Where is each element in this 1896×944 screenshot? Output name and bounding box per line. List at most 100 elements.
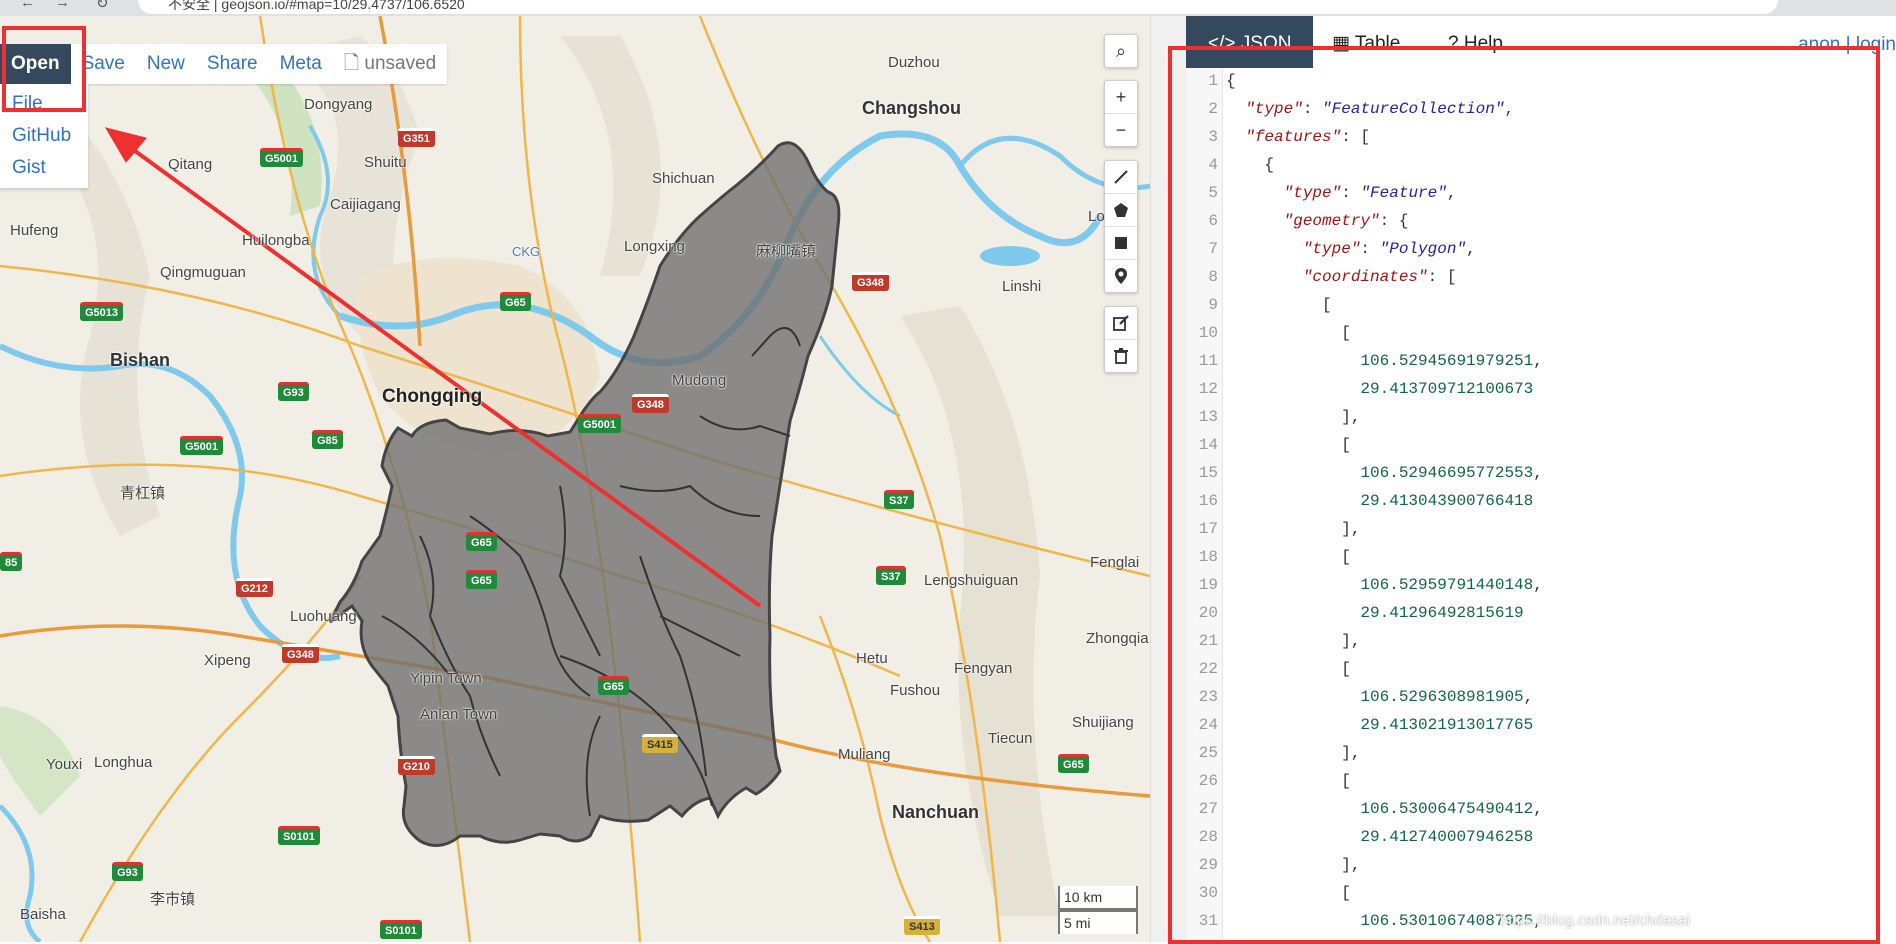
road-shield: S37: [884, 490, 914, 509]
code-line[interactable]: 29.412740007946258: [1226, 828, 1533, 846]
code-line[interactable]: "type": "Feature",: [1226, 184, 1457, 202]
code-line[interactable]: 106.52959791440148,: [1226, 576, 1542, 594]
map-label: 麻柳嘴镇: [756, 243, 817, 260]
line-number: 12: [1198, 380, 1218, 398]
tab-help[interactable]: ? Help: [1426, 16, 1525, 68]
save-menu-button[interactable]: Save: [71, 44, 136, 84]
line-number: 24: [1198, 716, 1218, 734]
code-line[interactable]: {: [1226, 156, 1274, 174]
map-pane[interactable]: Changshou Chongqing Bishan Duzhou Dongya…: [0, 16, 1150, 942]
code-line[interactable]: "coordinates": [: [1226, 268, 1457, 286]
help-icon: ?: [1448, 33, 1459, 54]
code-line[interactable]: 106.53010674087925,: [1226, 912, 1542, 930]
zoom-control: + −: [1104, 80, 1138, 147]
road-shield: G5001: [260, 148, 304, 167]
top-menu: Open Save New Share Meta 🗋 unsaved: [0, 44, 448, 84]
open-file-item[interactable]: File: [0, 88, 88, 120]
code-line[interactable]: [: [1226, 436, 1351, 454]
map-label: Hufeng: [10, 222, 59, 239]
zoom-in-button[interactable]: +: [1105, 81, 1137, 114]
line-number: 18: [1198, 548, 1218, 566]
map-label: Lo: [1088, 208, 1105, 225]
code-line[interactable]: ],: [1226, 856, 1360, 874]
map-label: Longhua: [94, 754, 153, 771]
back-icon[interactable]: ←: [20, 0, 35, 11]
map-label: Hetu: [856, 650, 888, 667]
map-label: Mudong: [672, 372, 727, 389]
forward-icon[interactable]: →: [55, 0, 70, 11]
trash-icon[interactable]: [1105, 340, 1137, 372]
code-line[interactable]: 29.413043900766418: [1226, 492, 1533, 510]
login-link[interactable]: anon | login: [1798, 34, 1896, 56]
map-label: Lengshuiguan: [924, 572, 1019, 589]
map-label: Duzhou: [888, 54, 940, 71]
map-label: Luohuang: [290, 608, 357, 625]
code-line[interactable]: 29.41296492815619: [1226, 604, 1523, 622]
code-line[interactable]: 106.53006475490412,: [1226, 800, 1542, 818]
open-github-item[interactable]: GitHub: [0, 120, 88, 152]
line-number: 13: [1198, 408, 1218, 426]
code-line[interactable]: {: [1226, 72, 1236, 90]
code-line[interactable]: [: [1226, 660, 1351, 678]
line-number: 28: [1198, 828, 1218, 846]
code-line[interactable]: "type": "Polygon",: [1226, 240, 1476, 258]
map-label: Longxing: [624, 238, 685, 255]
meta-menu-button[interactable]: Meta: [269, 44, 333, 84]
road-shield: S413: [904, 916, 940, 935]
code-line[interactable]: [: [1226, 548, 1351, 566]
map-label: Shuitu: [364, 154, 407, 171]
pane-divider[interactable]: [1150, 16, 1187, 942]
new-menu-button[interactable]: New: [136, 44, 196, 84]
search-control[interactable]: ⌕: [1104, 34, 1138, 68]
tab-table[interactable]: ▦ Table: [1310, 16, 1422, 68]
unsaved-label: unsaved: [364, 53, 437, 74]
open-menu-button[interactable]: Open: [0, 44, 71, 84]
code-line[interactable]: [: [1226, 772, 1351, 790]
code-line[interactable]: [: [1226, 296, 1332, 314]
code-line[interactable]: 106.5296308981905,: [1226, 688, 1533, 706]
code-line[interactable]: ],: [1226, 632, 1360, 650]
line-number: 21: [1198, 632, 1218, 650]
search-icon[interactable]: ⌕: [1105, 35, 1137, 67]
code-line[interactable]: 106.52946695772553,: [1226, 464, 1542, 482]
map-label: Huilongba: [242, 232, 310, 249]
code-line[interactable]: ],: [1226, 744, 1360, 762]
road-shield: G65: [1058, 754, 1089, 773]
code-line[interactable]: ],: [1226, 408, 1360, 426]
draw-line-icon[interactable]: [1105, 161, 1137, 194]
zoom-out-button[interactable]: −: [1105, 114, 1137, 146]
draw-rectangle-icon[interactable]: [1105, 227, 1137, 260]
code-line[interactable]: [: [1226, 884, 1351, 902]
line-number: 4: [1208, 156, 1218, 174]
draw-polygon-icon[interactable]: [1105, 194, 1137, 227]
open-dropdown: File GitHub Gist: [0, 84, 88, 188]
map-label: Nanchuan: [892, 802, 980, 822]
code-line[interactable]: ],: [1226, 520, 1360, 538]
address-text[interactable]: 不安全 | geojson.io/#map=10/29.4737/106.652…: [168, 0, 465, 14]
road-shield: S0101: [380, 920, 422, 939]
code-line[interactable]: 29.413021913017765: [1226, 716, 1533, 734]
line-number: 15: [1198, 464, 1218, 482]
tab-json[interactable]: </> JSON: [1186, 16, 1314, 68]
road-shield: G93: [278, 382, 309, 401]
reload-icon[interactable]: ↻: [96, 0, 109, 12]
tab-json-label: JSON: [1240, 33, 1292, 54]
map-label: Changshou: [862, 98, 961, 118]
code-line[interactable]: "geometry": {: [1226, 212, 1409, 230]
file-icon: 🗋: [343, 53, 365, 74]
edit-icon[interactable]: [1105, 307, 1137, 340]
code-line[interactable]: [: [1226, 324, 1351, 342]
map-label: Dongyang: [304, 96, 373, 113]
open-gist-item[interactable]: Gist: [0, 152, 88, 184]
json-editor[interactable]: 1 2 3 4 5 6 7 8 9 10 11 12 13 14 15 16 17 18 19 20 21 22 23 24 2…: [1186, 68, 1896, 942]
table-icon: ▦: [1332, 33, 1350, 54]
draw-marker-icon[interactable]: [1105, 260, 1137, 292]
code-line[interactable]: 106.52945691979251,: [1226, 352, 1542, 370]
code-line[interactable]: "type": "FeatureCollection",: [1226, 100, 1514, 118]
share-menu-button[interactable]: Share: [196, 44, 269, 84]
line-number: 17: [1198, 520, 1218, 538]
line-number: 27: [1198, 800, 1218, 818]
code-line[interactable]: "features": [: [1226, 128, 1370, 146]
line-number: 10: [1198, 324, 1218, 342]
code-line[interactable]: 29.413709712100673: [1226, 380, 1533, 398]
